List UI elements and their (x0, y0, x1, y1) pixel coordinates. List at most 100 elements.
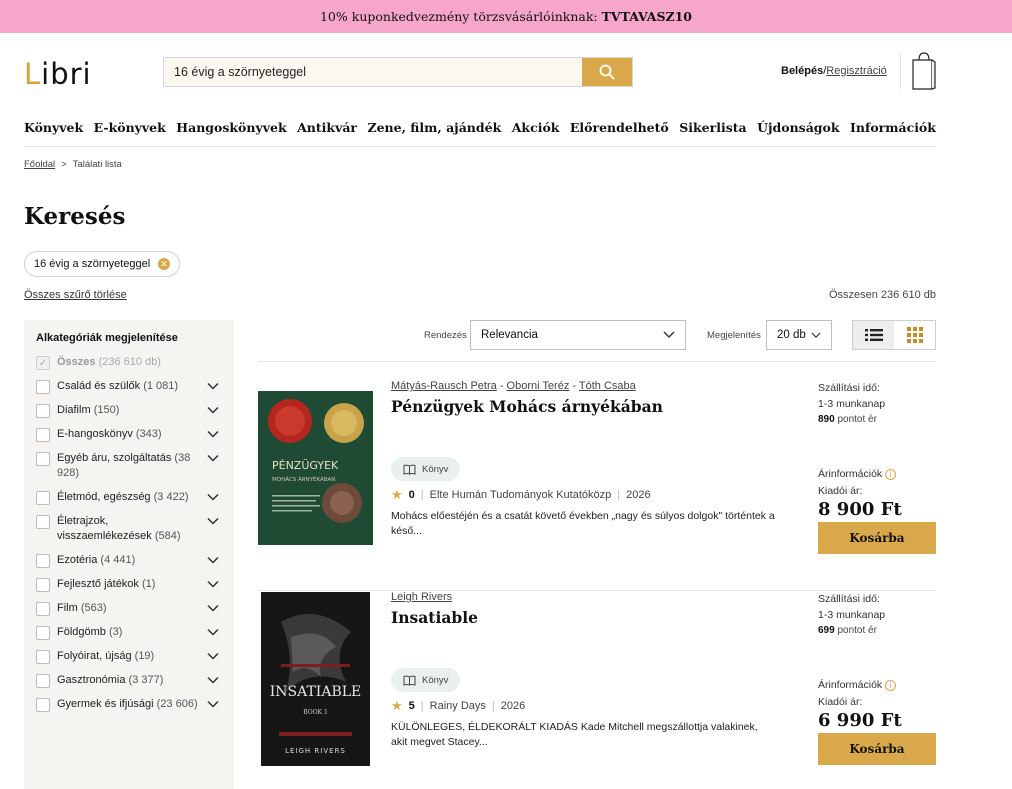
nav-item-antiquarian[interactable]: Antikvár (297, 120, 357, 135)
chevron-down-icon[interactable] (206, 697, 220, 711)
product-purchase: Szállítási idő: 1-3 munkanap 699 pontot … (818, 591, 936, 765)
checkbox[interactable] (36, 602, 50, 616)
checkbox[interactable] (36, 428, 50, 442)
category-item[interactable]: Ezotéria (4 441) (36, 553, 222, 568)
nav-item-audiobooks[interactable]: Hangoskönyvek (176, 120, 286, 135)
register-link[interactable]: Regisztráció (826, 65, 887, 77)
author-link[interactable]: Oborni Teréz (507, 380, 570, 392)
category-count: (3 377) (128, 674, 164, 686)
search-input[interactable] (164, 58, 582, 86)
clear-all-filters-link[interactable]: Összes szűrő törlése (24, 289, 127, 301)
category-item[interactable]: Gyermek és ifjúsági (23 606) (36, 697, 222, 712)
nav-item-preorder[interactable]: Előrendelhető (570, 120, 669, 135)
book-icon (403, 464, 416, 475)
category-item[interactable]: Diafilm (150) (36, 403, 222, 418)
chevron-down-icon[interactable] (206, 403, 220, 417)
category-label: Fejlesztő játékok (57, 578, 139, 590)
add-to-cart-button[interactable]: Kosárba (818, 733, 936, 765)
login-link[interactable]: Belépés (781, 65, 823, 77)
checkbox[interactable] (36, 626, 50, 640)
nav-item-deals[interactable]: Akciók (512, 120, 560, 135)
remove-filter-icon[interactable]: ✕ (158, 258, 171, 270)
checkbox[interactable]: ✓ (36, 356, 50, 370)
category-item[interactable]: Egyéb áru, szolgáltatás (38 928) (36, 451, 222, 481)
nav-item-music-film-gifts[interactable]: Zene, film, ajándék (367, 120, 501, 135)
checkbox[interactable] (36, 380, 50, 394)
author-link[interactable]: Mátyás-Rausch Petra (391, 380, 497, 392)
category-item[interactable]: Fejlesztő játékok (1) (36, 577, 222, 592)
sidebar-heading: Alkategóriák megjelenítése (36, 332, 178, 344)
breadcrumb-home[interactable]: Főoldal (24, 159, 55, 170)
sort-select[interactable]: Relevancia (470, 320, 686, 350)
checkbox[interactable] (36, 650, 50, 664)
chevron-down-icon[interactable] (206, 601, 220, 615)
year: 2026 (500, 700, 526, 712)
checkbox[interactable] (36, 404, 50, 418)
chevron-down-icon[interactable] (206, 577, 220, 591)
chevron-down-icon[interactable] (206, 490, 220, 504)
page-size-select[interactable]: 20 db (766, 320, 832, 350)
checkbox[interactable] (36, 491, 50, 505)
checkbox[interactable] (36, 578, 50, 592)
category-item[interactable]: Folyóirat, újság (19) (36, 649, 222, 664)
category-item[interactable]: Földgömb (3) (36, 625, 222, 640)
chevron-down-icon[interactable] (206, 553, 220, 567)
nav-item-books[interactable]: Könyvek (24, 120, 83, 135)
category-item[interactable]: Film (563) (36, 601, 222, 616)
active-filter-chip[interactable]: 16 évig a szörnyeteggel ✕ (24, 251, 181, 277)
price-info[interactable]: Árinformációk i (818, 468, 897, 480)
points-value: 890 (818, 414, 835, 425)
category-item[interactable]: E-hangoskönyv (343) (36, 427, 222, 442)
product-card: INSATIABLE BOOK 1 LEIGH RIVERS Leigh Riv… (258, 591, 936, 789)
info-icon[interactable]: i (885, 468, 897, 480)
category-item[interactable]: Életrajzok, visszaemlékezések (584) (36, 514, 222, 544)
checkbox[interactable] (36, 674, 50, 688)
price-info[interactable]: Árinformációk i (818, 679, 897, 691)
product-title[interactable]: Pénzügyek Mohács árnyékában (391, 397, 781, 416)
nav-item-new-releases[interactable]: Újdonságok (757, 120, 839, 135)
author-link[interactable]: Tóth Csaba (579, 380, 636, 392)
category-sidebar: Alkategóriák megjelenítése ✓ Összes (236… (24, 320, 234, 789)
chevron-down-icon[interactable] (206, 514, 220, 528)
product-cover[interactable]: PÉNZÜGYEK MOHÁCS ÁRNYÉKÁBAN (258, 391, 373, 548)
grid-view-button[interactable] (894, 321, 935, 349)
chevron-down-icon[interactable] (206, 625, 220, 639)
logo[interactable]: Libri (24, 57, 92, 91)
logo-first-letter: L (24, 57, 42, 91)
category-count: (4 441) (100, 554, 136, 566)
product-price: 8 900 Ft (818, 499, 902, 520)
nav-item-ebooks[interactable]: E-könyvek (94, 120, 166, 135)
category-label: Életmód, egészség (57, 491, 151, 503)
checkbox[interactable] (36, 554, 50, 568)
chevron-down-icon[interactable] (206, 427, 220, 441)
add-to-cart-button[interactable]: Kosárba (818, 522, 936, 554)
author-link[interactable]: Leigh Rivers (391, 591, 452, 603)
category-count: (236 610 db) (98, 356, 161, 368)
chevron-down-icon[interactable] (206, 451, 220, 465)
star-icon: ★ (391, 698, 403, 713)
search-button[interactable] (582, 58, 632, 86)
chevron-down-icon[interactable] (206, 379, 220, 393)
checkbox[interactable] (36, 698, 50, 712)
category-item[interactable]: Gasztronómia (3 377) (36, 673, 222, 688)
category-all[interactable]: ✓ Összes (236 610 db) (36, 355, 222, 370)
nav-item-bestsellers[interactable]: Sikerlista (679, 120, 746, 135)
product-info: Leigh Rivers Insatiable Könyv ★ 5 | Rain… (391, 591, 781, 748)
year: 2026 (626, 489, 651, 501)
cover-author: LEIGH RIVERS (285, 747, 346, 755)
category-label: E-hangoskönyv (57, 428, 133, 440)
category-item[interactable]: Életmód, egészség (3 422) (36, 490, 222, 505)
chevron-down-icon[interactable] (206, 649, 220, 663)
chevron-down-icon[interactable] (206, 673, 220, 687)
info-icon[interactable]: i (885, 679, 897, 691)
product-cover[interactable]: INSATIABLE BOOK 1 LEIGH RIVERS (261, 592, 370, 769)
cart-button[interactable] (911, 51, 937, 94)
category-item[interactable]: Család és szülők (1 081) (36, 379, 222, 394)
checkbox[interactable] (36, 515, 50, 529)
product-title[interactable]: Insatiable (391, 608, 781, 627)
search-icon (599, 64, 615, 80)
product-purchase: Szállítási idő: 1-3 munkanap 890 pontot … (818, 380, 936, 554)
nav-item-information[interactable]: Információk (850, 120, 936, 135)
checkbox[interactable] (36, 452, 50, 466)
list-view-button[interactable] (853, 321, 894, 349)
